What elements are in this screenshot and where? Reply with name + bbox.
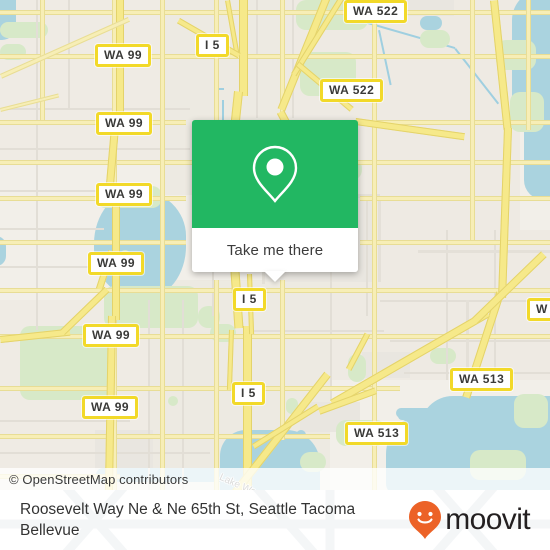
major-road (0, 240, 186, 245)
highway-shield: WA 99 (96, 183, 153, 206)
highway-shield: WA 99 (82, 396, 139, 419)
major-road (214, 280, 219, 490)
street (366, 196, 368, 316)
major-road (526, 0, 531, 130)
highway-shield: WA 99 (88, 252, 145, 275)
highway-shield: WA 513 (450, 368, 514, 391)
motorway-i5 (239, 0, 248, 96)
park (430, 348, 456, 364)
arterial (418, 250, 550, 253)
popup-footer[interactable]: Take me there (192, 228, 358, 282)
water-channel (398, 412, 428, 420)
major-road (470, 0, 475, 240)
park (40, 348, 60, 362)
major-road (372, 0, 377, 490)
water-pond (420, 16, 442, 30)
major-road (0, 386, 400, 391)
major-road (360, 196, 550, 201)
street (0, 266, 100, 268)
highway-shield: WA 522 (320, 79, 384, 102)
street (36, 0, 38, 330)
street (0, 190, 100, 192)
major-road (0, 10, 550, 15)
street (182, 300, 184, 490)
street (292, 0, 294, 118)
map-viewport[interactable]: WA 99 I 5 WA 522 WA 522 WA 99 WA 99 WA 99 I 5 W W… (0, 0, 550, 490)
location-pin-icon (252, 145, 298, 203)
take-me-there-button[interactable]: Take me there (227, 242, 323, 259)
popup-pointer-tail (264, 271, 286, 282)
street (244, 330, 384, 332)
moovit-logo[interactable]: moovit (408, 500, 531, 540)
highway-shield: I 5 (232, 382, 265, 405)
major-road (360, 240, 550, 245)
highway-shield: I 5 (196, 34, 229, 57)
major-road (0, 196, 186, 201)
moovit-wordmark: moovit (445, 503, 530, 536)
water-inlet (282, 436, 290, 466)
place-popup-card[interactable]: Take me there (192, 120, 358, 282)
major-road (0, 120, 186, 125)
major-road (0, 288, 550, 293)
street (0, 228, 104, 230)
highway-shield: WA 99 (96, 112, 153, 135)
highway-shield: WA 99 (95, 44, 152, 67)
arterial (378, 196, 381, 282)
street (148, 300, 150, 490)
highway-shield: W (527, 298, 550, 321)
major-road (0, 54, 550, 59)
highway-shield: WA 513 (345, 422, 409, 445)
attribution-text[interactable]: © OpenStreetMap contributors (0, 472, 188, 487)
popup-header (192, 120, 358, 228)
street (256, 0, 258, 118)
park (168, 396, 178, 406)
place-title: Roosevelt Way Ne & Ne 65th St, Seattle T… (20, 501, 356, 539)
park (420, 30, 450, 48)
moovit-pin-icon (409, 501, 442, 539)
street (390, 340, 550, 342)
major-road (214, 0, 219, 130)
major-road (160, 0, 165, 490)
park (60, 372, 78, 386)
street (380, 300, 550, 302)
highway-shield: I 5 (233, 288, 266, 311)
highway-shield: WA 99 (83, 324, 140, 347)
map-screenshot: WA 99 I 5 WA 522 WA 522 WA 99 WA 99 WA 99 I 5 W W… (0, 0, 550, 550)
highway-shield: WA 522 (344, 0, 408, 23)
map-attribution-bar: © OpenStreetMap contributors (0, 468, 550, 490)
park (514, 394, 548, 428)
footer-bar: Roosevelt Way Ne & Ne 65th St, Seattle T… (0, 490, 550, 550)
major-road (280, 280, 285, 440)
